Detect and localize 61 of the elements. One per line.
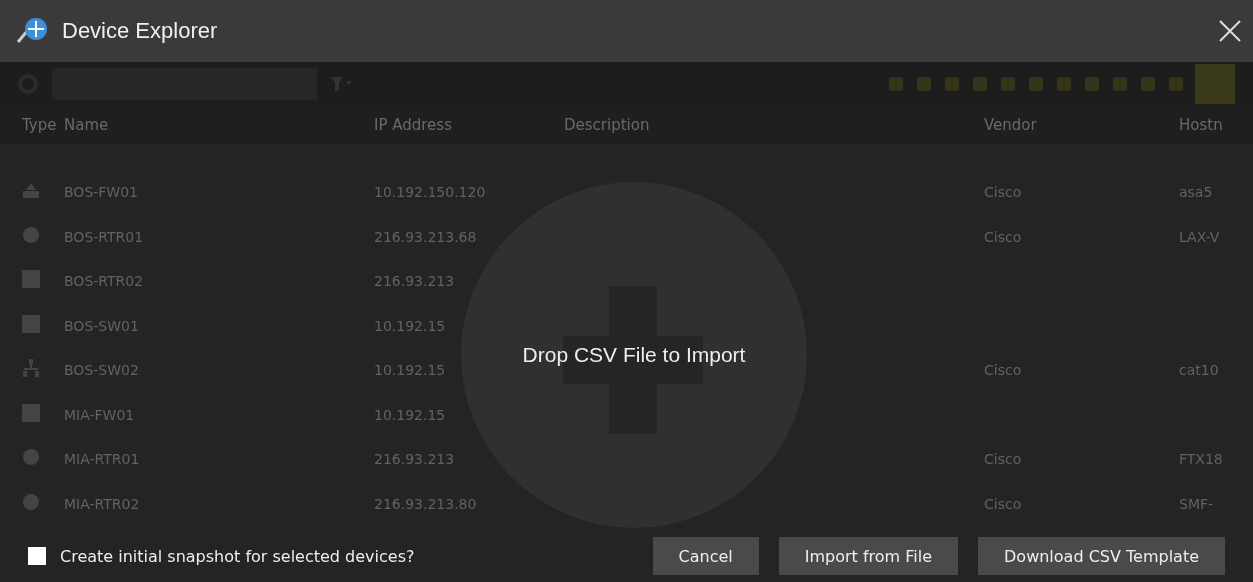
toolbar-icon[interactable]	[1083, 75, 1101, 93]
export-icon[interactable]	[1195, 64, 1235, 104]
toolbar-icon[interactable]	[971, 75, 989, 93]
table-cell: 216.93.213.68	[374, 228, 477, 245]
table-cell: BOS-RTR02	[64, 273, 144, 290]
toolbar-icon[interactable]	[1111, 75, 1129, 93]
table-cell: Cisco	[984, 495, 1022, 512]
table-cell: Cisco	[984, 184, 1022, 201]
device-icon	[22, 270, 40, 289]
table-cell: 10.192.150.120	[374, 184, 486, 201]
checkbox-label: Create initial snapshot for selected devices?	[60, 546, 415, 566]
import-button[interactable]: Import from File	[778, 537, 958, 575]
table-cell: MIA-FW01	[64, 406, 135, 423]
toolbar-icon[interactable]	[915, 75, 933, 93]
table-cell: 10.192.15	[374, 406, 446, 423]
toolbar-icon[interactable]	[943, 75, 961, 93]
network-icon	[22, 359, 40, 378]
table-cell: Cisco	[984, 362, 1022, 379]
table-cell: FTX18	[1179, 451, 1223, 468]
column-header[interactable]: Vendor	[984, 116, 1037, 134]
column-header[interactable]: Hostn	[1179, 116, 1223, 134]
table-cell: 216.93.213	[374, 451, 455, 468]
table-cell: 10.192.15	[374, 362, 446, 379]
router-icon	[22, 448, 40, 467]
column-header[interactable]: Description	[564, 116, 650, 134]
table-cell: asa5	[1179, 184, 1213, 201]
table-cell: BOS-SW02	[64, 362, 139, 379]
download-button[interactable]: Download CSV Template	[978, 537, 1225, 575]
column-header[interactable]: Type	[22, 116, 57, 134]
table-cell: BOS-SW01	[64, 317, 139, 334]
firewall-icon	[22, 182, 40, 199]
table-cell: BOS-RTR01	[64, 228, 144, 245]
table-cell: 216.93.213	[374, 273, 455, 290]
close-icon[interactable]	[1219, 20, 1241, 42]
table-cell: LAX-V	[1179, 228, 1220, 245]
device-icon	[22, 403, 40, 422]
table-cell: 10.192.15	[374, 317, 446, 334]
table-cell: Cisco	[984, 228, 1022, 245]
toolbar-icon[interactable]	[1167, 75, 1185, 93]
checkbox[interactable]	[28, 547, 46, 565]
toolbar-icon[interactable]	[1139, 75, 1157, 93]
table-cell: Cisco	[984, 451, 1022, 468]
table-cell: SMF-	[1179, 495, 1214, 512]
cancel-button[interactable]: Cancel	[652, 537, 759, 575]
toolbar-icon[interactable]	[887, 75, 905, 93]
column-header[interactable]: IP Address	[374, 116, 452, 134]
drop-message: Drop CSV File to Import	[521, 343, 747, 367]
table-cell: 216.93.213.80	[374, 495, 477, 512]
toolbar-icon[interactable]	[1027, 75, 1045, 93]
window-title: Device Explorer	[62, 18, 219, 44]
globe-search-icon	[16, 16, 50, 46]
table-cell: MIA-RTR01	[64, 451, 140, 468]
table-cell: MIA-RTR02	[64, 495, 140, 512]
toolbar-icon[interactable]	[999, 75, 1017, 93]
table-cell: BOS-FW01	[64, 184, 139, 201]
table-cell: cat10	[1179, 362, 1219, 379]
column-header[interactable]: Name	[64, 116, 109, 134]
router-icon	[22, 492, 40, 511]
router-icon	[22, 225, 40, 244]
device-icon	[22, 314, 40, 333]
toolbar-icon[interactable]	[1055, 75, 1073, 93]
